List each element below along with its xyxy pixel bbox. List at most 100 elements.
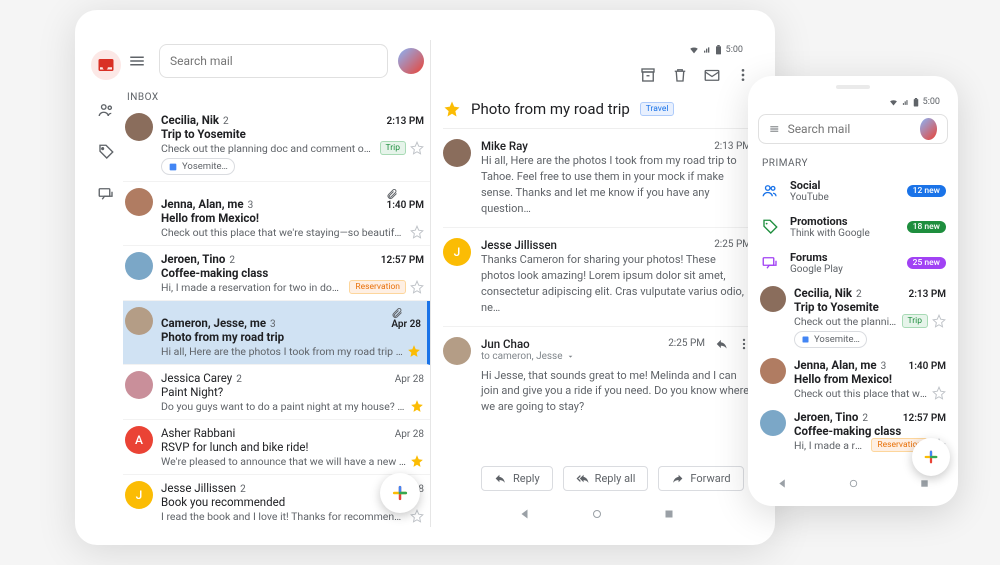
- star-icon[interactable]: [932, 386, 946, 400]
- star-icon[interactable]: [410, 454, 424, 468]
- mail-time: 12:57 PM: [903, 413, 946, 424]
- star-icon[interactable]: [932, 314, 946, 328]
- account-avatar[interactable]: [920, 118, 937, 140]
- category-badge: 12 new: [907, 185, 946, 197]
- nav-forums-icon[interactable]: [94, 182, 118, 206]
- nav-rail: [89, 40, 123, 527]
- phone-speaker: [836, 85, 870, 89]
- nav-promotions-icon[interactable]: [94, 140, 118, 164]
- mail-tag[interactable]: Trip: [380, 141, 406, 155]
- android-nav-bar: [758, 470, 948, 496]
- category-name: Social: [790, 179, 897, 192]
- tablet-device: INBOX Cecilia, Nik 2 2:13 PM Trip to Yos…: [75, 10, 775, 545]
- thread-count: 2: [240, 484, 246, 495]
- category-name: Promotions: [790, 215, 897, 228]
- sender-avatar: [125, 188, 153, 216]
- battery-icon: [913, 98, 919, 107]
- nav-home-icon[interactable]: [848, 478, 859, 489]
- thread-title: Photo from my road trip: [471, 100, 630, 118]
- message-recipients[interactable]: to cameron, Jesse: [481, 351, 751, 362]
- mail-item[interactable]: A Asher Rabbani Apr 28 RSVP for lunch an…: [123, 420, 430, 475]
- thread-tag[interactable]: Travel: [640, 102, 675, 116]
- mail-item[interactable]: Cecilia, Nik 2 2:13 PM Trip to Yosemite …: [123, 107, 430, 182]
- thread-message[interactable]: Jun Chao 2:25 PM to cameron, Jesse Hi Je…: [443, 327, 751, 426]
- attachment-chip[interactable]: Yosemite…: [161, 158, 235, 175]
- sender-avatar: [125, 307, 153, 335]
- signal-icon: [902, 98, 909, 107]
- forward-button[interactable]: Forward: [658, 466, 743, 491]
- account-avatar[interactable]: [398, 48, 424, 74]
- mail-tag[interactable]: Trip: [902, 314, 928, 328]
- star-icon[interactable]: [410, 280, 424, 294]
- delete-icon[interactable]: [671, 66, 689, 84]
- mark-unread-icon[interactable]: [703, 66, 721, 84]
- mail-subject: Hello from Mexico!: [794, 372, 946, 386]
- mail-item[interactable]: Jenna, Alan, me 3 1:40 PM Hello from Mex…: [123, 182, 430, 246]
- message-time: 2:25 PM: [668, 338, 705, 349]
- category-row[interactable]: PromotionsThink with Google 18 new: [758, 209, 948, 245]
- category-row[interactable]: ForumsGoogle Play 25 new: [758, 245, 948, 281]
- mail-subject: Coffee-making class: [794, 424, 946, 438]
- menu-icon[interactable]: [125, 52, 149, 70]
- sender-avatar: J: [125, 481, 153, 509]
- mail-item[interactable]: Jenna, Alan, me31:40 PM Hello from Mexic…: [758, 353, 948, 405]
- wifi-icon: [689, 45, 699, 55]
- star-icon[interactable]: [410, 141, 424, 155]
- nav-back-icon[interactable]: [777, 478, 788, 489]
- category-row[interactable]: SocialYouTube 12 new: [758, 173, 948, 209]
- message-body: Hi all, Here are the photos I took from …: [481, 153, 751, 217]
- sender-avatar: [125, 113, 153, 141]
- category-sub: Think with Google: [790, 228, 897, 239]
- category-icon: [760, 217, 780, 237]
- chevron-down-icon: [566, 352, 575, 361]
- phone-search-input[interactable]: [758, 114, 948, 144]
- reply-icon[interactable]: [715, 337, 729, 351]
- mail-subject: Paint Night?: [161, 385, 424, 399]
- archive-icon[interactable]: [639, 66, 657, 84]
- mail-item[interactable]: Cameron, Jesse, me 3 Apr 28 Photo from m…: [123, 301, 430, 365]
- sender-avatar: [443, 337, 471, 365]
- mail-tag[interactable]: Reservation: [349, 280, 406, 294]
- thread-star-icon[interactable]: [443, 100, 461, 118]
- reply-all-button[interactable]: Reply all: [563, 466, 649, 491]
- menu-icon[interactable]: [769, 122, 780, 136]
- mail-snippet: Check out this place that we're st…: [794, 387, 928, 400]
- more-icon[interactable]: [735, 67, 751, 83]
- category-badge: 25 new: [907, 257, 946, 269]
- nav-recent-icon[interactable]: [663, 508, 675, 520]
- star-icon[interactable]: [410, 509, 424, 523]
- star-icon[interactable]: [410, 225, 424, 239]
- thread-count: 3: [881, 361, 887, 372]
- battery-icon: [715, 45, 722, 55]
- mail-item[interactable]: Cecilia, Nik22:13 PM Trip to Yosemite Ch…: [758, 281, 948, 353]
- compose-fab[interactable]: [380, 473, 420, 513]
- nav-people-icon[interactable]: [94, 98, 118, 122]
- signal-icon: [703, 45, 711, 55]
- mail-item[interactable]: Jeroen, Tino 2 12:57 PM Coffee-making cl…: [123, 246, 430, 301]
- reply-button[interactable]: Reply: [481, 466, 553, 491]
- nav-inbox-icon[interactable]: [91, 50, 121, 80]
- message-time: 2:25 PM: [714, 239, 751, 250]
- thread-message[interactable]: J Jesse Jillissen 2:25 PM Thanks Cameron…: [443, 228, 751, 327]
- nav-back-icon[interactable]: [519, 508, 531, 520]
- attachment-icon: [391, 307, 403, 319]
- thread-message[interactable]: Mike Ray 2:13 PM Hi all, Here are the ph…: [443, 129, 751, 228]
- mail-item[interactable]: Jessica Carey 2 Apr 28 Paint Night? Do y…: [123, 365, 430, 420]
- compose-fab[interactable]: [912, 438, 950, 476]
- star-icon[interactable]: [410, 399, 424, 413]
- mail-time: 1:40 PM: [386, 188, 424, 211]
- sender-name: Jessica Carey: [161, 371, 232, 385]
- message-sender: Jun Chao: [481, 337, 530, 351]
- nav-recent-icon[interactable]: [919, 478, 930, 489]
- nav-home-icon[interactable]: [591, 508, 603, 520]
- sender-name: Jenna, Alan, me: [794, 358, 877, 372]
- star-icon[interactable]: [407, 344, 421, 358]
- reply-bar: Reply Reply all Forward: [443, 466, 751, 495]
- sender-name: Cameron, Jesse, me: [161, 316, 266, 330]
- attachment-chip[interactable]: Yosemite…: [794, 331, 867, 348]
- search-input[interactable]: [159, 44, 388, 78]
- thread-count: 3: [248, 200, 254, 211]
- status-time: 5:00: [726, 45, 743, 55]
- sender-name: Jeroen, Tino: [161, 252, 225, 266]
- section-label-primary: PRIMARY: [758, 150, 948, 173]
